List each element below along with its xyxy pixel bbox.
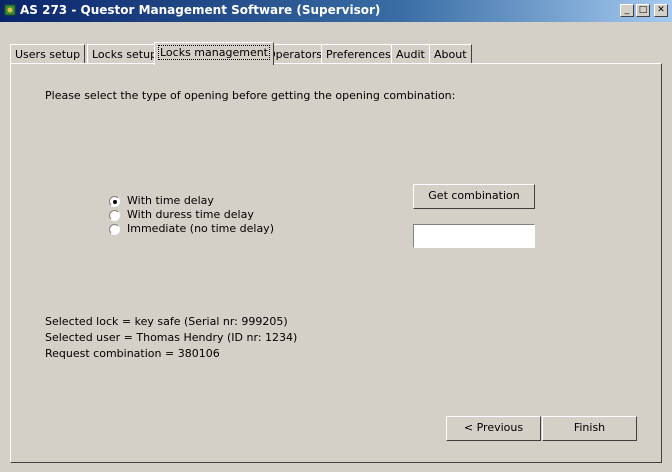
combination-field[interactable] [413,224,535,248]
radio-label[interactable]: Immediate (no time delay) [127,222,274,235]
window-title: AS 273 - Questor Management Software (Su… [20,3,381,17]
radio-button[interactable] [109,210,120,221]
locks-management-panel: Please select the type of opening before… [10,63,662,463]
tab-label: Operators [267,48,322,61]
radio-label[interactable]: With duress time delay [127,208,254,221]
get-combination-button[interactable]: Get combination [413,184,535,209]
instruction-text: Please select the type of opening before… [45,89,456,102]
radio-label[interactable]: With time delay [127,194,214,207]
previous-button[interactable]: < Previous [446,416,541,441]
request-combination-text: Request combination = 380106 [45,347,220,360]
tab-preferences[interactable]: Preferences [321,44,396,64]
tab-label: Locks management [158,45,270,60]
selected-lock-text: Selected lock = key safe (Serial nr: 999… [45,315,288,328]
app-window: AS 273 - Questor Management Software (Su… [0,0,672,472]
tab-label: About [434,48,467,61]
selected-user-text: Selected user = Thomas Hendry (ID nr: 12… [45,331,298,344]
tab-about[interactable]: About [429,44,472,64]
maximize-button[interactable]: □ [636,4,650,17]
tab-users-setup[interactable]: Users setup [10,44,86,64]
tab-audit[interactable]: Audit [391,44,430,64]
tab-label: Audit [396,48,425,61]
tab-label: Locks setup [92,48,158,61]
radio-button[interactable] [109,224,120,235]
title-bar[interactable]: AS 273 - Questor Management Software (Su… [0,0,672,22]
tab-locks-management[interactable]: Locks management [154,42,274,65]
tab-label: Preferences [326,48,391,61]
radio-button[interactable] [109,196,120,207]
tab-label: Users setup [15,48,81,61]
close-button[interactable]: ✕ [654,4,668,17]
radio-selected-dot [113,200,117,204]
app-icon [4,4,16,16]
finish-button[interactable]: Finish [542,416,637,441]
minimize-button[interactable]: _ [620,4,634,17]
tab-locks-setup[interactable]: Locks setup [87,44,163,64]
